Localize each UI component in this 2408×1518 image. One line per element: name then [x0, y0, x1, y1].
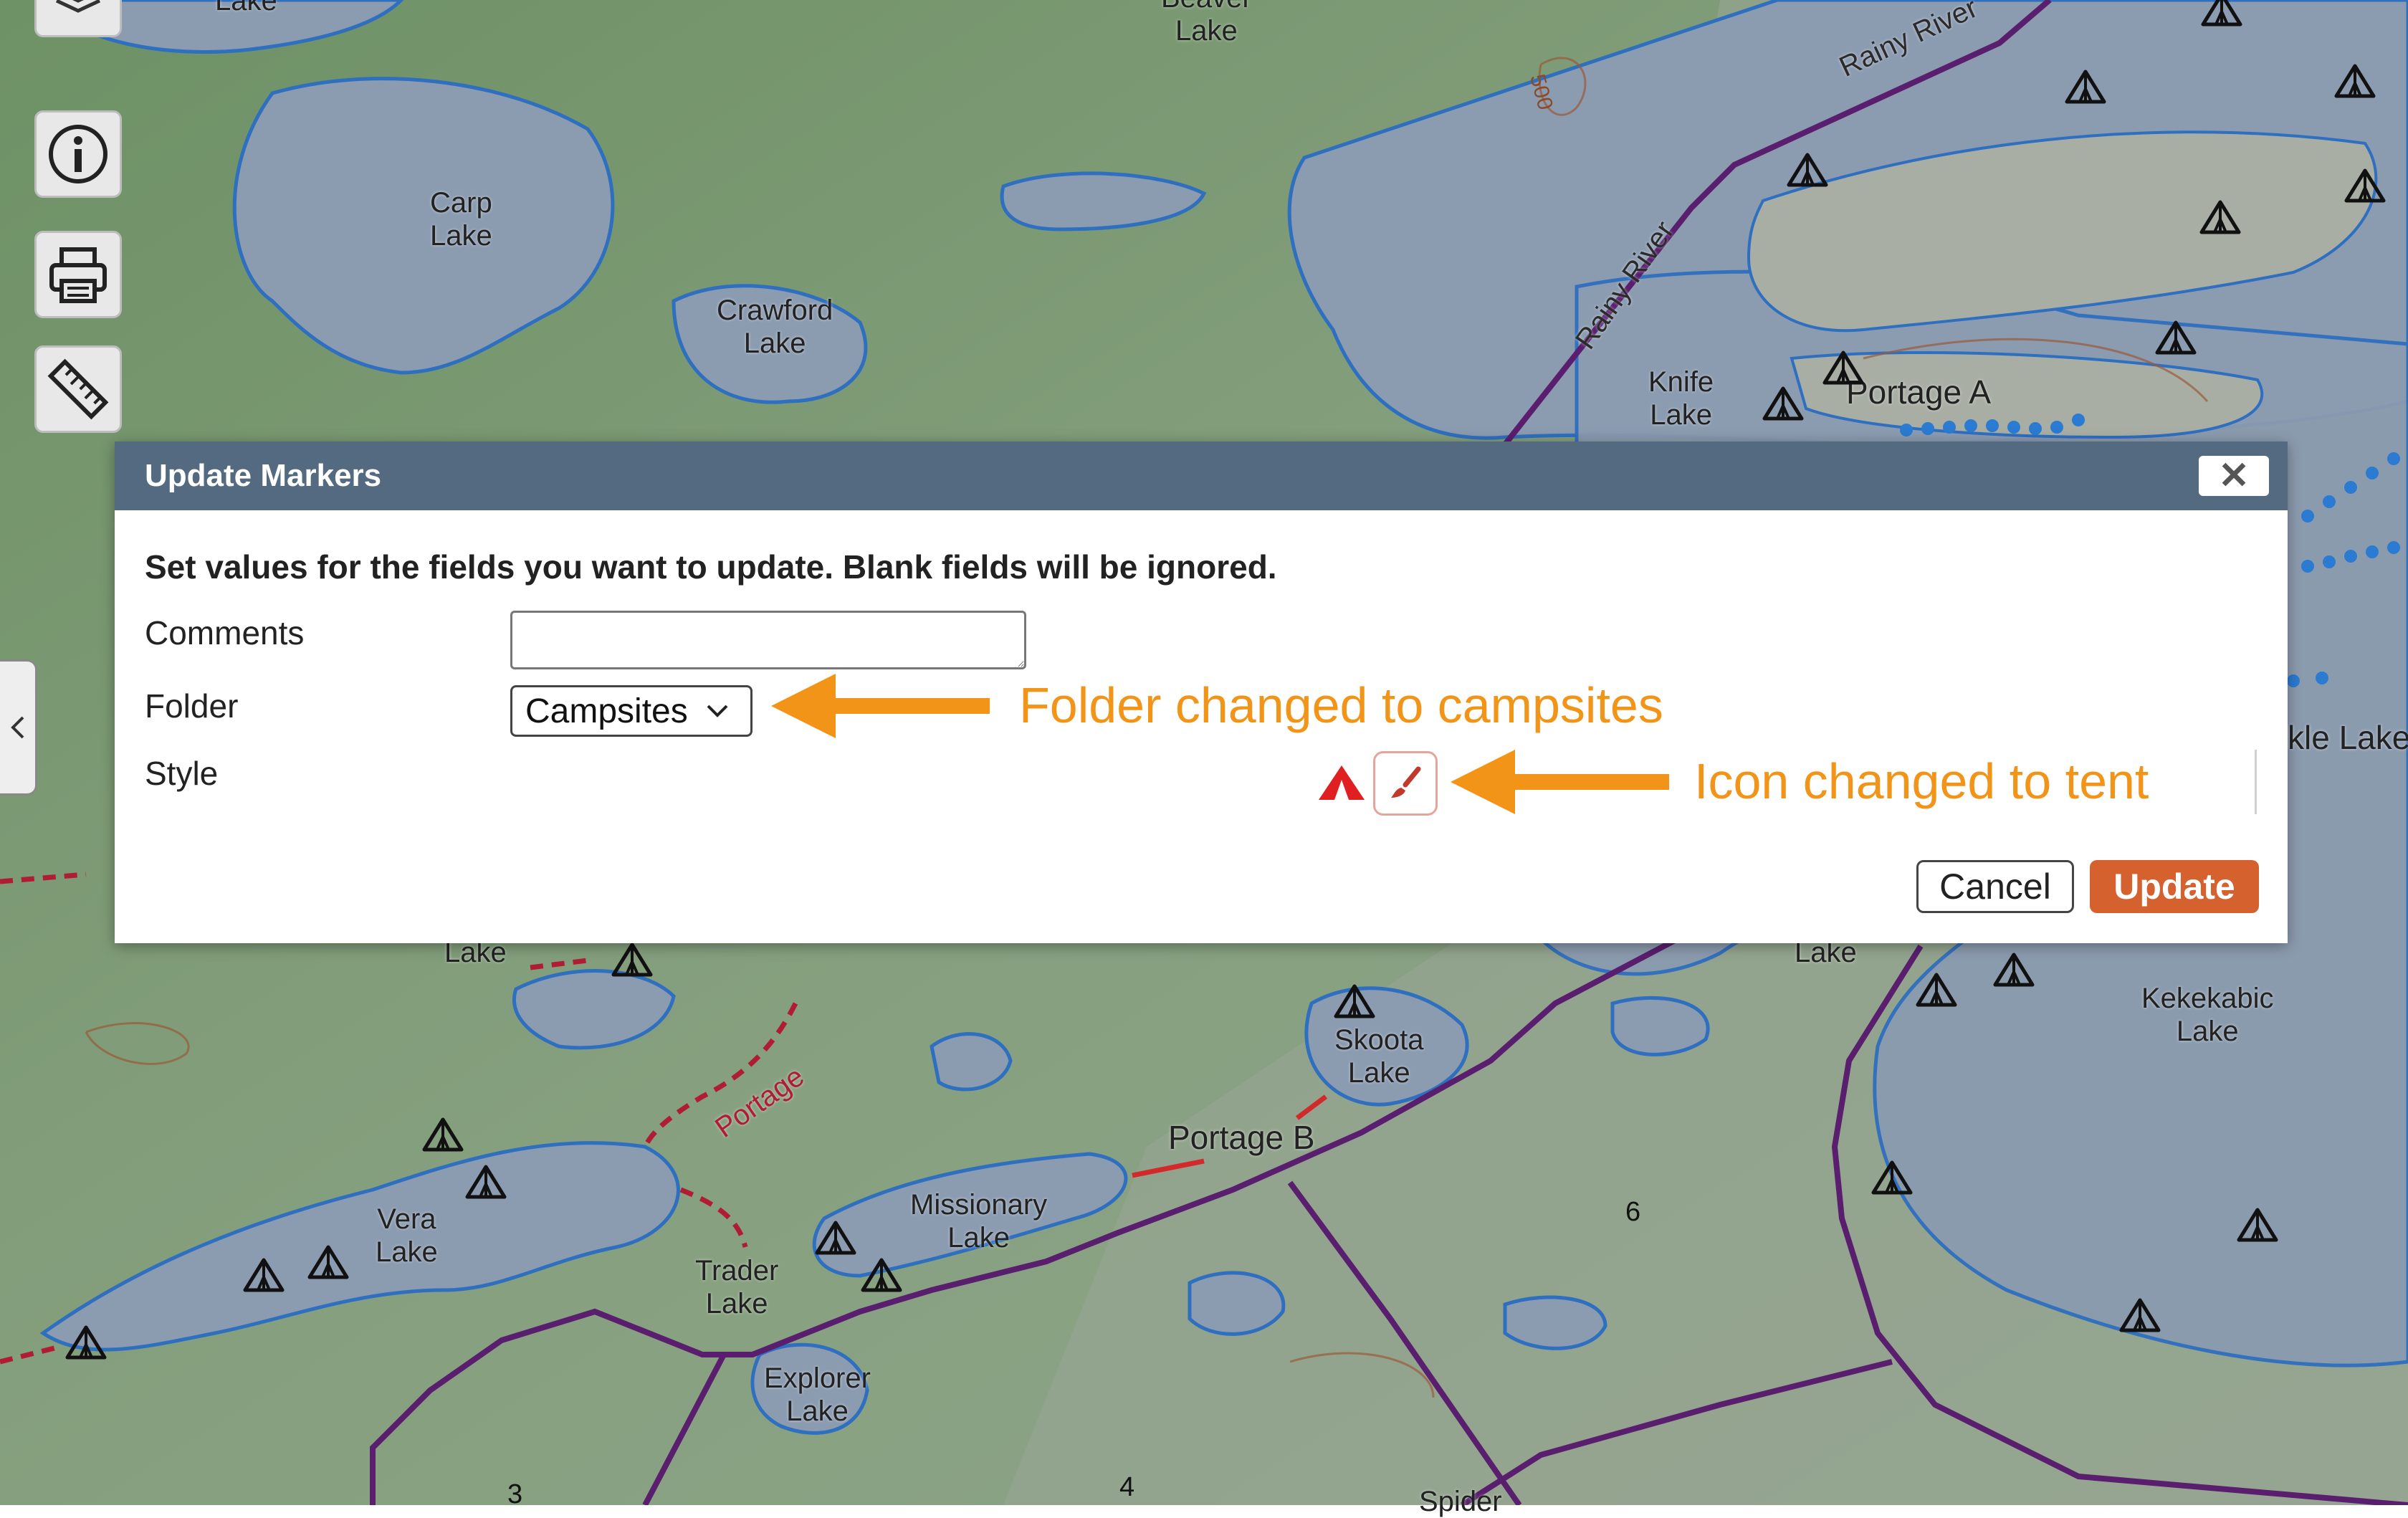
section-number-4: 4: [1119, 1472, 1135, 1502]
folder-selected-value: Campsites: [525, 692, 688, 730]
tent-icon[interactable]: [2064, 67, 2107, 105]
tent-icon[interactable]: [2200, 0, 2243, 27]
lake-water-small-3: [1610, 996, 1710, 1056]
measure-button[interactable]: [34, 345, 122, 433]
close-button[interactable]: ✕: [2199, 456, 2269, 496]
style-label: Style: [145, 755, 219, 792]
print-button[interactable]: [34, 231, 122, 318]
tent-icon[interactable]: [1822, 348, 1865, 386]
comments-input[interactable]: [510, 611, 1026, 669]
portage-b-label: Portage B: [1168, 1119, 1315, 1156]
paintbrush-icon: [1391, 766, 1421, 798]
tent-icon[interactable]: [611, 940, 654, 978]
lake-water-small-6: [1503, 1295, 1607, 1350]
tent-icon[interactable]: [1786, 151, 1829, 188]
comments-label: Comments: [145, 614, 305, 651]
tent-icon[interactable]: [2333, 62, 2376, 99]
tent-icon[interactable]: [1870, 1158, 1914, 1195]
icon-arrow-icon: [1451, 750, 1669, 814]
icon-annotation: Icon changed to tent: [1694, 753, 2149, 809]
lake-label-partial-right: kle Lake: [2288, 719, 2408, 756]
sidebar-toggle[interactable]: [0, 659, 37, 796]
folder-label: Folder: [145, 687, 239, 725]
lake-label-explorer: Explorer Lake: [764, 1362, 871, 1427]
chevron-down-icon: [707, 705, 728, 717]
tent-icon[interactable]: [1915, 970, 1958, 1008]
lake-label-crawford: Crawford Lake: [717, 295, 833, 359]
close-icon: ✕: [2218, 455, 2250, 497]
lake-label-skoota: Skoota Lake: [1334, 1024, 1424, 1089]
tent-icon[interactable]: [1992, 950, 2035, 988]
update-button[interactable]: Update: [2090, 860, 2259, 913]
dialog-instructions: Set values for the fields you want to up…: [145, 548, 1277, 586]
tent-icon[interactable]: [2236, 1206, 2279, 1243]
layers-icon: [55, 0, 101, 13]
lake-label-spider: Spider: [1419, 1486, 1502, 1517]
dialog-title: Update Markers: [145, 458, 382, 493]
section-number-3: 3: [507, 1479, 523, 1509]
lake-label-missionary: Missionary Lake: [910, 1189, 1048, 1254]
lake-label-carp: Carp Lake: [430, 187, 492, 252]
lake-label-knife: Knife Lake: [1648, 366, 1714, 431]
lake-label-trader: Trader Lake: [695, 1255, 779, 1319]
tent-icon[interactable]: [860, 1256, 903, 1293]
cancel-button[interactable]: Cancel: [1916, 860, 2074, 913]
tent-icon[interactable]: [242, 1256, 285, 1293]
style-edit-button[interactable]: [1373, 751, 1438, 816]
tent-icon[interactable]: [464, 1163, 507, 1200]
section-number-6: 6: [1625, 1197, 1641, 1227]
layers-button[interactable]: [34, 0, 122, 37]
lake-label-top-left: Lake: [215, 0, 277, 16]
tent-icon[interactable]: [421, 1115, 464, 1152]
folder-arrow-icon: [771, 674, 990, 738]
folder-select[interactable]: Campsites: [510, 685, 752, 737]
lake-label-vera: Vera Lake: [376, 1203, 438, 1268]
tent-icon[interactable]: [2154, 318, 2197, 355]
tent-icon[interactable]: [2199, 198, 2242, 235]
chevron-left-icon: [10, 716, 24, 739]
lake-water-small-2: [1188, 1271, 1286, 1336]
tent-icon[interactable]: [814, 1218, 857, 1256]
ruler-icon: [47, 358, 109, 420]
folder-annotation: Folder changed to campsites: [1019, 677, 1663, 733]
lake-label-beaver: Beaver Lake: [1161, 0, 1252, 47]
tent-icon[interactable]: [64, 1323, 108, 1360]
info-icon: [49, 125, 108, 183]
tent-style-icon: [1319, 765, 1365, 800]
portage-a-label: Portage A: [1846, 373, 1992, 411]
dialog-header: Update Markers ✕: [115, 441, 2288, 510]
divider: [2255, 750, 2257, 814]
info-button[interactable]: [34, 110, 122, 198]
tent-icon[interactable]: [307, 1243, 350, 1280]
tent-icon[interactable]: [1762, 384, 1805, 421]
tent-icon[interactable]: [1333, 982, 1376, 1019]
lake-label-kekekabic: Kekekabic Lake: [2141, 983, 2274, 1047]
printer-icon: [49, 247, 107, 303]
tent-icon[interactable]: [2118, 1296, 2161, 1333]
tent-icon[interactable]: [2344, 166, 2386, 204]
